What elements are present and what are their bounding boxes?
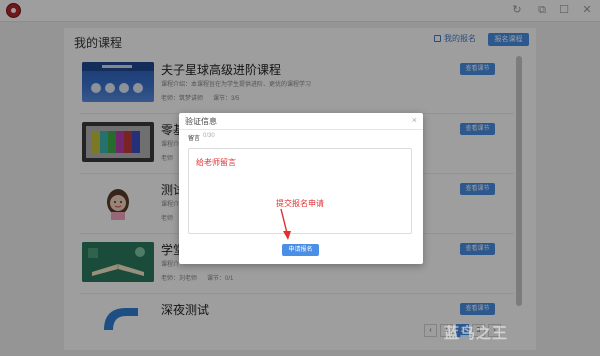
message-label: 留言 bbox=[188, 136, 201, 142]
verification-dialog: 验证信息 × 留言 0/30 给老师留言 提交报名申请 申请报名 bbox=[179, 113, 423, 264]
watermark: 蓝鸟之王 bbox=[444, 325, 509, 342]
arrow-icon bbox=[280, 208, 291, 240]
dialog-header: 验证信息 × bbox=[179, 113, 423, 130]
submit-signup-button[interactable]: 申请报名 bbox=[282, 244, 319, 256]
close-icon[interactable]: × bbox=[412, 115, 417, 125]
dialog-title: 验证信息 bbox=[185, 117, 217, 126]
char-counter: 0/30 bbox=[203, 133, 215, 139]
message-placeholder: 给老师留言 bbox=[196, 158, 236, 167]
message-textarea[interactable]: 给老师留言 提交报名申请 bbox=[188, 148, 412, 234]
